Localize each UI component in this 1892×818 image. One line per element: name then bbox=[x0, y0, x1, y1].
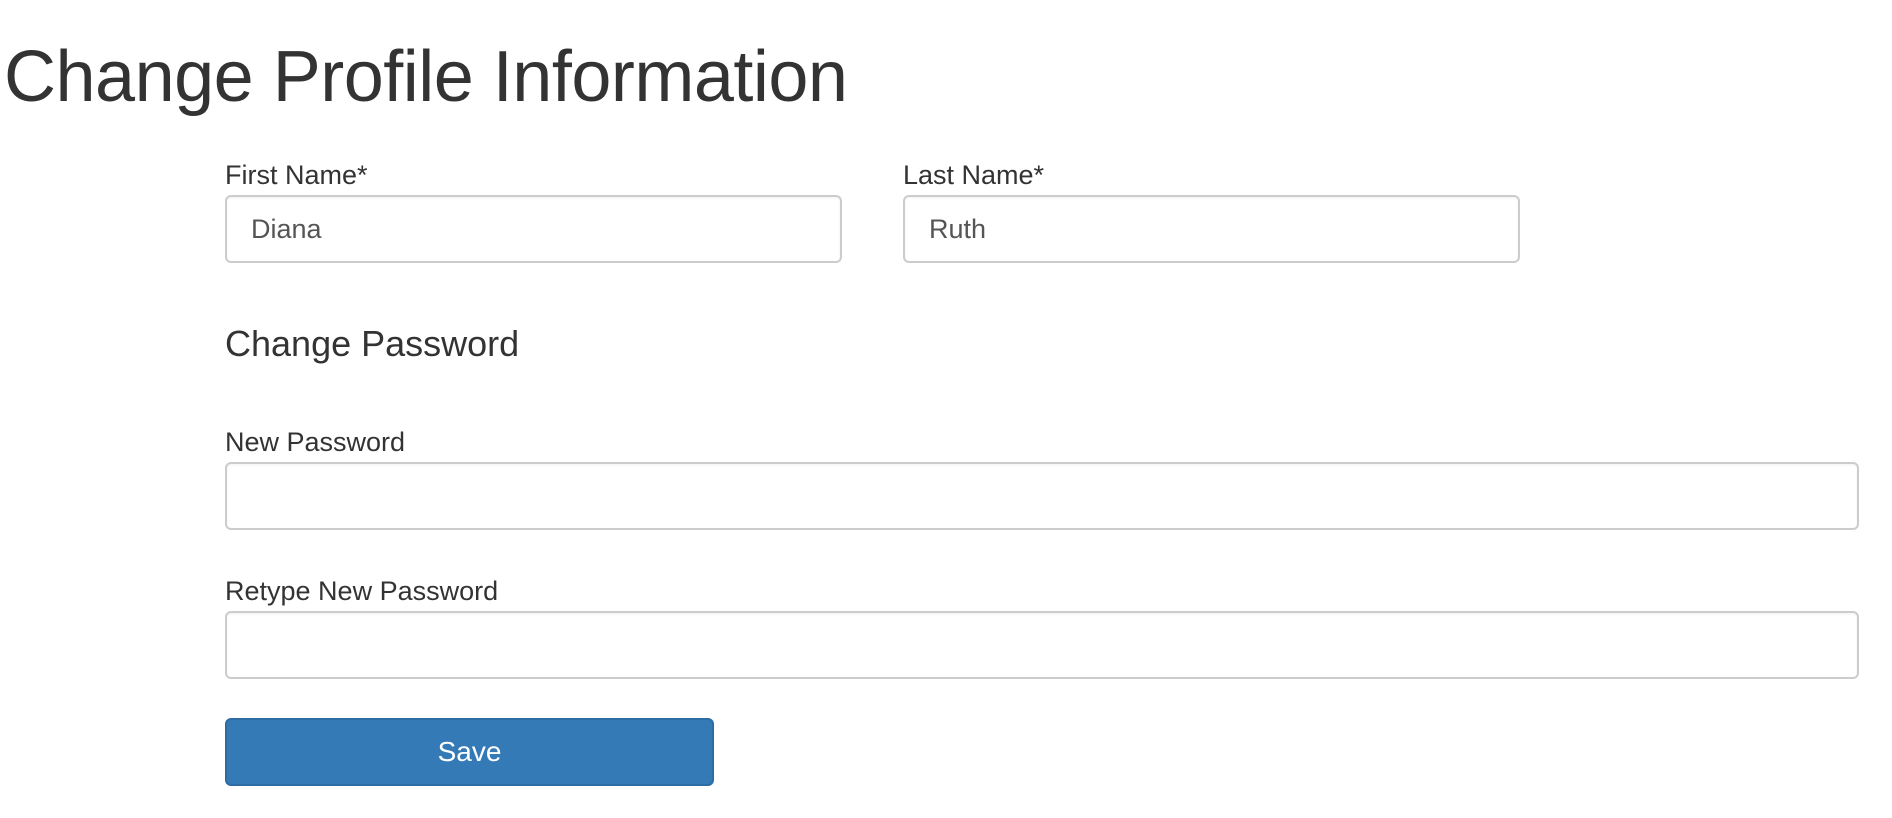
page-title: Change Profile Information bbox=[4, 37, 848, 117]
retype-password-label: Retype New Password bbox=[225, 576, 499, 606]
last-name-input[interactable] bbox=[903, 195, 1520, 263]
new-password-input[interactable] bbox=[225, 462, 1859, 530]
first-name-label: First Name* bbox=[225, 160, 368, 190]
change-password-heading: Change Password bbox=[225, 323, 520, 364]
first-name-input[interactable] bbox=[225, 195, 842, 263]
last-name-label: Last Name* bbox=[903, 160, 1045, 190]
save-button[interactable]: Save bbox=[225, 718, 714, 786]
retype-password-input[interactable] bbox=[225, 611, 1859, 679]
new-password-label: New Password bbox=[225, 427, 406, 457]
